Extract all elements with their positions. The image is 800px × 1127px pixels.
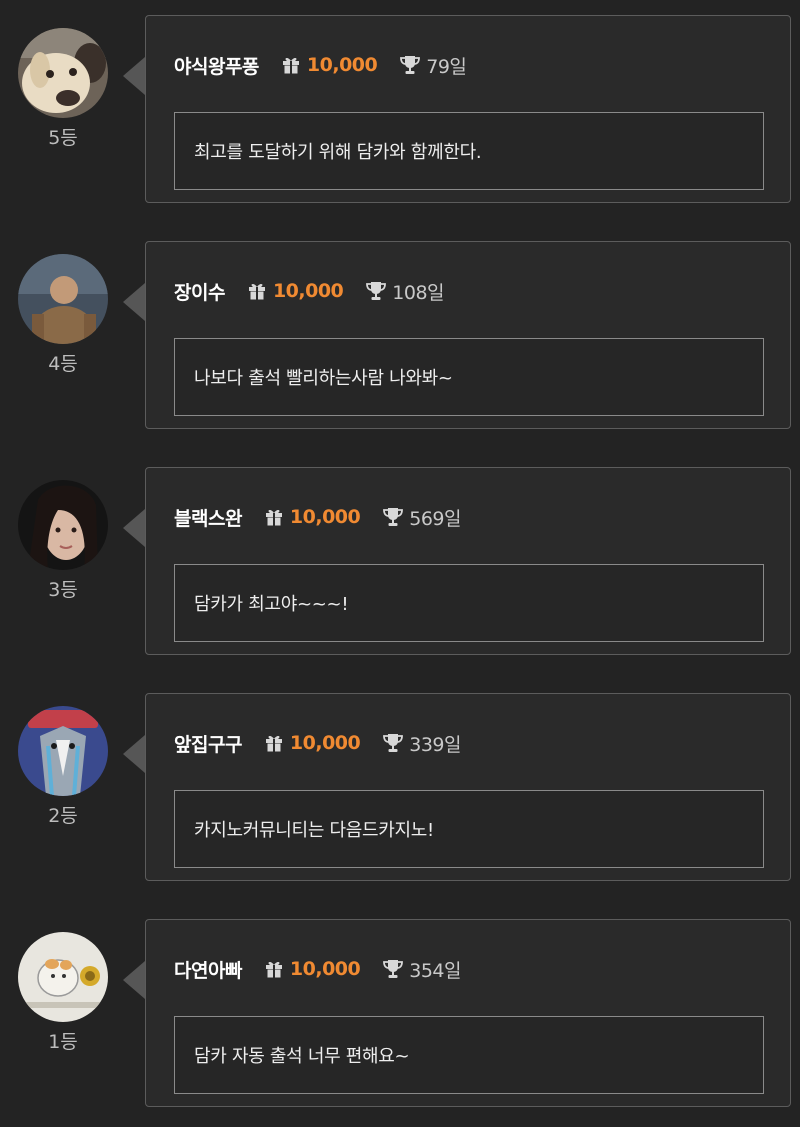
nickname[interactable]: 장이수 bbox=[174, 278, 225, 305]
attendance-card: 다연아빠 10,000 354일 담카 자동 출석 너무 편해요~ bbox=[145, 919, 791, 1107]
attendance-entry: 2등 앞집구구 10,000 339일 카지노커뮤니티는 다음드카지노! bbox=[0, 693, 800, 883]
attendance-entry: 3등 블랙스완 10,000 569일 담카가 최고야~~~! bbox=[0, 467, 800, 657]
attendance-entry: 4등 장이수 10,000 108일 나보다 출석 빨리하는사람 나와봐~ bbox=[0, 241, 800, 431]
attendance-card: 블랙스완 10,000 569일 담카가 최고야~~~! bbox=[145, 467, 791, 655]
attendance-card: 앞집구구 10,000 339일 카지노커뮤니티는 다음드카지노! bbox=[145, 693, 791, 881]
cartoon-avatar-icon[interactable] bbox=[18, 706, 108, 796]
points-value: 10,000 bbox=[289, 958, 361, 980]
entry-meta: 블랙스완 10,000 569일 bbox=[174, 504, 461, 530]
points-value: 10,000 bbox=[272, 280, 344, 302]
card-pointer bbox=[123, 961, 145, 999]
trophy-icon bbox=[366, 282, 387, 300]
nickname[interactable]: 야식왕푸퐁 bbox=[174, 52, 259, 79]
entry-meta: 다연아빠 10,000 354일 bbox=[174, 956, 461, 982]
trophy-icon bbox=[383, 508, 404, 526]
greeting-message: 담카가 최고야~~~! bbox=[174, 564, 764, 642]
greeting-message: 최고를 도달하기 위해 담카와 함께한다. bbox=[174, 112, 764, 190]
attendance-days: 339일 bbox=[409, 733, 461, 756]
attendance-card: 야식왕푸퐁 10,000 79일 최고를 도달하기 위해 담카와 함께한다. bbox=[145, 15, 791, 203]
entry-meta: 장이수 10,000 108일 bbox=[174, 278, 445, 305]
greeting-message: 카지노커뮤니티는 다음드카지노! bbox=[174, 790, 764, 868]
card-pointer bbox=[123, 509, 145, 547]
gift-icon bbox=[282, 57, 299, 74]
person-avatar-icon[interactable] bbox=[18, 254, 108, 344]
points-value: 10,000 bbox=[306, 54, 378, 76]
woman-portrait-avatar-icon[interactable] bbox=[18, 480, 108, 570]
attendance-days: 569일 bbox=[409, 507, 461, 530]
trophy-icon bbox=[383, 960, 404, 978]
attendance-entry: 1등 다연아빠 10,000 354일 담카 자동 출석 너무 편해요~ bbox=[0, 919, 800, 1109]
card-pointer bbox=[123, 57, 145, 95]
gift-icon bbox=[265, 961, 282, 978]
greeting-message: 나보다 출석 빨리하는사람 나와봐~ bbox=[174, 338, 764, 416]
entry-meta: 야식왕푸퐁 10,000 79일 bbox=[174, 52, 467, 79]
nickname[interactable]: 다연아빠 bbox=[174, 956, 242, 983]
greeting-message: 담카 자동 출석 너무 편해요~ bbox=[174, 1016, 764, 1094]
gift-icon bbox=[265, 509, 282, 526]
trophy-icon bbox=[400, 56, 421, 74]
nickname[interactable]: 블랙스완 bbox=[174, 504, 242, 531]
dog-avatar-icon[interactable] bbox=[18, 28, 108, 118]
card-pointer bbox=[123, 735, 145, 773]
rank-label: 4등 bbox=[48, 353, 78, 375]
points-value: 10,000 bbox=[289, 732, 361, 754]
trophy-icon bbox=[383, 734, 404, 752]
attendance-days: 79일 bbox=[426, 55, 467, 78]
entry-meta: 앞집구구 10,000 339일 bbox=[174, 730, 461, 756]
attendance-entry: 5등 야식왕푸퐁 10,000 79일 최고를 도달하기 위해 담카와 함께한다… bbox=[0, 15, 800, 205]
hamster-drawing-avatar-icon[interactable] bbox=[18, 932, 108, 1022]
rank-label: 3등 bbox=[48, 579, 78, 601]
rank-label: 5등 bbox=[48, 127, 78, 149]
rank-label: 2등 bbox=[48, 805, 78, 827]
rank-label: 1등 bbox=[48, 1031, 78, 1053]
card-pointer bbox=[123, 283, 145, 321]
points-value: 10,000 bbox=[289, 506, 361, 528]
attendance-days: 108일 bbox=[392, 281, 445, 304]
gift-icon bbox=[265, 735, 282, 752]
nickname[interactable]: 앞집구구 bbox=[174, 730, 242, 757]
attendance-days: 354일 bbox=[409, 959, 461, 982]
gift-icon bbox=[248, 283, 265, 300]
attendance-card: 장이수 10,000 108일 나보다 출석 빨리하는사람 나와봐~ bbox=[145, 241, 791, 429]
